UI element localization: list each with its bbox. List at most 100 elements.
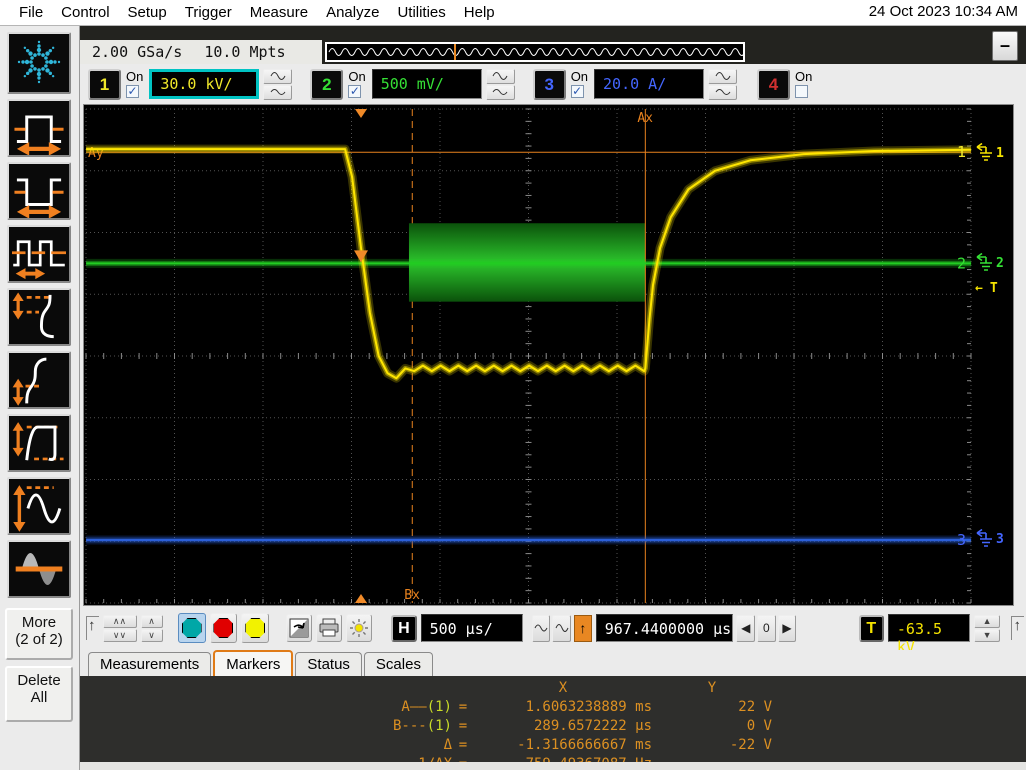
- tab-measurements[interactable]: Measurements: [88, 652, 211, 676]
- horizontal-fine-button[interactable]: [552, 615, 571, 642]
- more-button[interactable]: More (2 of 2): [5, 608, 73, 660]
- channel-1-coupling-dc-button[interactable]: [263, 85, 292, 100]
- channel-1-button[interactable]: 1: [88, 69, 121, 100]
- position-zero-button[interactable]: 0: [757, 615, 776, 642]
- trigger-level-marker[interactable]: ← T: [975, 281, 998, 296]
- channel-4-button[interactable]: 4: [757, 69, 790, 100]
- measure-fall-time-button[interactable]: [7, 288, 71, 346]
- channel-2-ground-marker[interactable]: 2: [973, 253, 1004, 273]
- spin-up-button[interactable]: ∧: [141, 615, 163, 628]
- tilde-icon: [492, 87, 508, 97]
- timebase-field[interactable]: 500 µs/: [421, 614, 524, 642]
- minimize-button[interactable]: –: [992, 31, 1018, 61]
- channel-3-coupling-dc-button[interactable]: [708, 85, 737, 100]
- measure-burst-width-button[interactable]: [7, 225, 71, 283]
- marker-a-x: 1.6063238889 ms: [474, 698, 652, 717]
- memory-depth: 10.0 Mpts: [204, 43, 285, 61]
- up-arrow-icon: ↑: [86, 616, 99, 640]
- channel-3-button[interactable]: 3: [533, 69, 566, 100]
- spin-down-button[interactable]: ∨∨: [103, 629, 137, 642]
- channel-bar: 1 On ✓ 30.0 kV/ 2 On ✓ 500 mV/ 3 On ✓ 20…: [80, 64, 1026, 104]
- tab-markers[interactable]: Markers: [213, 650, 293, 676]
- channel-1-coupling-ac-button[interactable]: [263, 69, 292, 84]
- print-button[interactable]: [316, 614, 342, 642]
- measure-area-button[interactable]: [7, 540, 71, 598]
- screen-capture-button[interactable]: [286, 614, 312, 642]
- logo-button[interactable]: [7, 32, 71, 94]
- channel-3-coupling-ac-button[interactable]: [708, 69, 737, 84]
- sine-icon: [492, 71, 508, 81]
- waveform-overview-bar[interactable]: [325, 42, 745, 62]
- trigger-slope-button[interactable]: ↑: [574, 615, 592, 642]
- run-button[interactable]: [178, 613, 206, 643]
- sine-icon: [270, 71, 286, 81]
- waveform-overview-icon: [327, 44, 743, 60]
- sample-rate: 2.00 GSa/s: [92, 43, 182, 61]
- channel-1-scale-field[interactable]: 30.0 kV/: [149, 69, 259, 99]
- channel-1-ground-marker[interactable]: 1: [973, 143, 1004, 163]
- menu-utilities[interactable]: Utilities: [388, 2, 454, 23]
- menu-file[interactable]: File: [10, 2, 52, 23]
- marker-delta-x: -1.3166666667 ms: [474, 736, 652, 755]
- horizontal-menu-button[interactable]: H: [391, 615, 416, 642]
- horizontal-zoom-button[interactable]: [532, 615, 551, 642]
- trigger-menu-button[interactable]: T: [859, 615, 884, 642]
- spin-up-button[interactable]: ▲: [974, 615, 1000, 628]
- single-button[interactable]: [241, 613, 269, 643]
- menu-setup[interactable]: Setup: [119, 2, 176, 23]
- more-label: More: [7, 614, 71, 631]
- channel-1-on-label: On: [126, 70, 143, 83]
- menu-help[interactable]: Help: [455, 2, 504, 23]
- menu-control[interactable]: Control: [52, 2, 118, 23]
- menu-measure[interactable]: Measure: [241, 2, 317, 23]
- tilde-icon: [270, 87, 286, 97]
- left-arrow-icon: ←: [975, 281, 983, 296]
- run-octagon-icon: [182, 618, 202, 638]
- channel-2-on-checkbox[interactable]: ✓: [348, 85, 361, 98]
- spin-down-button[interactable]: ∨: [141, 629, 163, 642]
- trigger-level-field[interactable]: -63.5 kV: [888, 614, 970, 642]
- stop-octagon-icon: [213, 618, 233, 638]
- channel-3-ground-marker[interactable]: 3: [973, 529, 1004, 549]
- vertical-scale-spinner[interactable]: ∧∧ ∨∨: [103, 615, 137, 642]
- channel-4-on-checkbox[interactable]: [795, 85, 808, 98]
- spin-down-button[interactable]: ▼: [974, 629, 1000, 642]
- channel-2-coupling-dc-button[interactable]: [486, 85, 515, 100]
- oscilloscope-window: File Control Setup Trigger Measure Analy…: [0, 0, 1026, 770]
- tab-scales[interactable]: Scales: [364, 652, 433, 676]
- spin-up-button[interactable]: ∧∧: [103, 615, 137, 628]
- horizontal-position-field[interactable]: 967.4400000 µs: [596, 614, 734, 642]
- channel-2-scale-field[interactable]: 500 mV/: [372, 69, 482, 99]
- vertical-offset-spinner[interactable]: ∧ ∨: [141, 615, 163, 642]
- ground-marker-number: 1: [996, 146, 1004, 161]
- measure-amplitude-button[interactable]: [7, 477, 71, 535]
- channel-4-on-label: On: [795, 70, 812, 83]
- svg-text:3: 3: [957, 531, 966, 549]
- measure-overshoot-button[interactable]: [7, 414, 71, 472]
- negative-pulse-width-icon: [9, 164, 69, 218]
- channel-2-coupling-ac-button[interactable]: [486, 69, 515, 84]
- position-left-button[interactable]: ◀: [736, 615, 755, 642]
- position-right-button[interactable]: ▶: [778, 615, 797, 642]
- channel-2-button[interactable]: 2: [310, 69, 343, 100]
- up-arrow-icon: ↑: [1011, 616, 1024, 640]
- stop-button[interactable]: [210, 613, 238, 643]
- measure-rise-time-button[interactable]: [7, 351, 71, 409]
- scope-display[interactable]: AxBxAy123 1 2 ← T 3: [83, 104, 1014, 606]
- readout-col-y: Y: [652, 679, 772, 698]
- menu-analyze[interactable]: Analyze: [317, 2, 388, 23]
- positive-pulse-width-icon: [9, 101, 69, 155]
- tab-status[interactable]: Status: [295, 652, 362, 676]
- measure-negative-width-button[interactable]: [7, 162, 71, 220]
- channel-3-on-checkbox[interactable]: ✓: [571, 85, 584, 98]
- measure-positive-width-button[interactable]: [7, 99, 71, 157]
- svg-text:1: 1: [957, 143, 966, 161]
- overshoot-icon: [9, 416, 69, 470]
- trigger-level-spinner[interactable]: ▲ ▼: [974, 615, 1000, 642]
- channel-3-scale-field[interactable]: 20.0 A/: [594, 69, 704, 99]
- display-brightness-button[interactable]: [346, 614, 372, 642]
- menu-trigger[interactable]: Trigger: [176, 2, 241, 23]
- delete-all-button[interactable]: Delete All: [5, 666, 73, 722]
- fall-time-icon: [9, 290, 69, 344]
- channel-1-on-checkbox[interactable]: ✓: [126, 85, 139, 98]
